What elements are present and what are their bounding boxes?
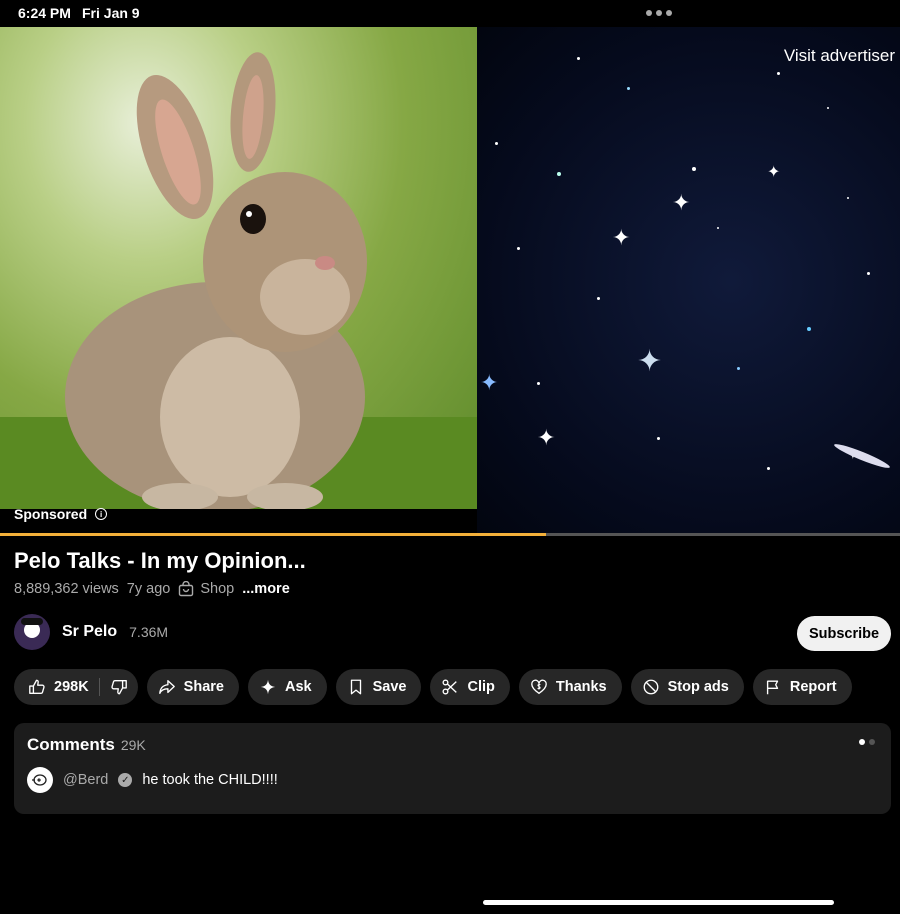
shop-link[interactable]: Shop	[178, 581, 234, 597]
report-button[interactable]: Report	[752, 669, 852, 705]
status-date: Fri Jan 9	[82, 5, 140, 21]
status-time: 6:24 PM	[18, 5, 71, 21]
comments-label: Comments	[27, 735, 115, 754]
scissors-icon	[442, 679, 458, 695]
share-icon	[158, 680, 175, 694]
verified-check-icon: ✓	[118, 773, 133, 787]
commenter-handle[interactable]: @Berd	[63, 772, 108, 788]
clip-label: Clip	[467, 679, 495, 695]
save-label: Save	[372, 679, 407, 695]
share-label: Share	[183, 679, 224, 695]
like-count[interactable]: 298K	[54, 679, 89, 695]
top-comment[interactable]: @Berd ✓ he took the CHILD!!!!	[27, 767, 278, 793]
stop-ads-button[interactable]: Stop ads	[630, 669, 744, 705]
comments-panel[interactable]: Comments 29K @Berd ✓ he took the CHILD!!…	[14, 723, 891, 814]
status-bar: 6:24 PM Fri Jan 9	[0, 0, 900, 27]
starfield-image: ✦ ✦ ✦ ✦ ✦ ✦ ✦	[477, 27, 900, 535]
multitasking-dots-icon[interactable]	[646, 10, 672, 16]
upload-age: 7y ago	[126, 581, 171, 597]
ask-button[interactable]: Ask	[247, 669, 327, 705]
bookmark-icon	[350, 679, 361, 695]
sponsored-label: Sponsored i	[14, 506, 108, 522]
bunny-image	[0, 27, 477, 509]
subscriber-count: 7.36M	[129, 624, 169, 640]
video-meta[interactable]: 8,889,362 views 7y ago Shop ...more	[14, 581, 290, 597]
sponsored-text: Sponsored	[14, 506, 88, 522]
info-icon[interactable]: i	[95, 508, 108, 520]
comments-pager	[859, 739, 875, 745]
channel-name[interactable]: Sr Pelo	[62, 623, 117, 641]
stop-ads-label: Stop ads	[667, 679, 729, 695]
channel-avatar[interactable]	[14, 614, 50, 650]
no-entry-icon	[643, 679, 659, 695]
like-dislike-group: 298K	[14, 669, 138, 705]
video-player[interactable]: ✦ ✦ ✦ ✦ ✦ ✦ ✦ Visit advertiser Sponsored…	[0, 27, 900, 535]
home-indicator[interactable]	[483, 900, 834, 905]
thumbs-up-icon[interactable]	[28, 678, 46, 696]
comment-text: he took the CHILD!!!!	[142, 772, 278, 788]
save-button[interactable]: Save	[335, 669, 422, 705]
channel-row[interactable]: Sr Pelo 7.36M	[14, 614, 168, 650]
shop-label: Shop	[200, 581, 235, 597]
view-count: 8,889,362 views	[14, 581, 119, 597]
flag-icon	[766, 680, 779, 695]
comments-count: 29K	[120, 737, 146, 753]
report-label: Report	[789, 679, 837, 695]
thanks-button[interactable]: Thanks	[518, 669, 622, 705]
action-bar: 298K Share Ask Save Clip Thanks Stop ads…	[14, 669, 852, 705]
clip-button[interactable]: Clip	[430, 669, 510, 705]
comments-header: Comments 29K	[27, 735, 146, 755]
heart-dollar-icon	[530, 679, 547, 695]
video-title[interactable]: Pelo Talks - In my Opinion...	[14, 548, 306, 574]
share-button[interactable]: Share	[146, 669, 239, 705]
progress-fill	[0, 533, 547, 536]
shopping-bag-icon	[179, 581, 194, 597]
ask-label: Ask	[284, 679, 312, 695]
more-button[interactable]: ...more	[242, 581, 290, 597]
sparkle-icon	[260, 679, 276, 695]
thumbs-down-icon[interactable]	[110, 678, 128, 696]
commenter-avatar[interactable]	[27, 767, 53, 793]
thanks-label: Thanks	[555, 679, 607, 695]
video-progress-bar[interactable]	[0, 533, 900, 536]
bird-icon	[32, 774, 47, 786]
visit-advertiser-link[interactable]: Visit advertiser	[784, 46, 895, 66]
subscribe-button[interactable]: Subscribe	[797, 616, 891, 651]
